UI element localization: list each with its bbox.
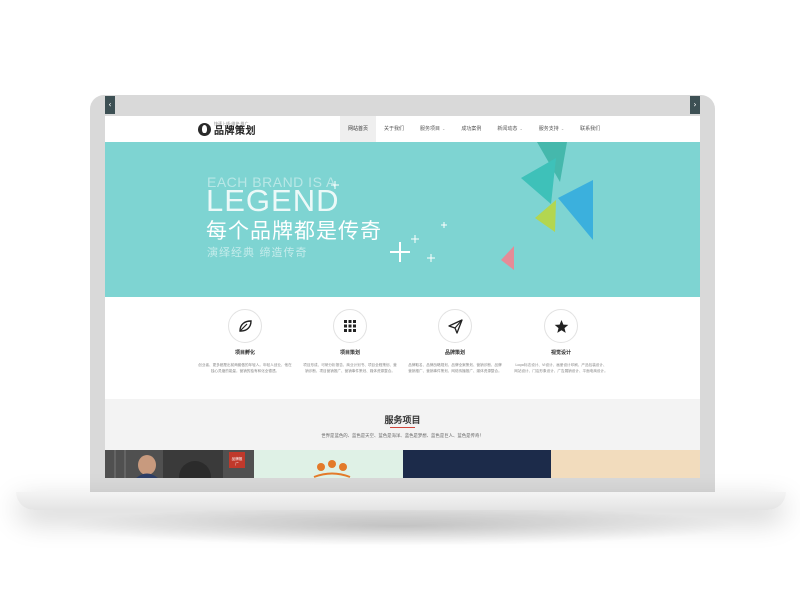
logo-text: 快速上线·维护·推广 品牌策划 bbox=[214, 121, 256, 137]
nav-item-support[interactable]: 服务支持 ⌄ bbox=[531, 116, 572, 142]
nav-item-label: 关于我们 bbox=[384, 126, 405, 132]
project-thumb-4[interactable] bbox=[551, 450, 700, 478]
chevron-down-icon: ⌄ bbox=[519, 126, 523, 131]
service-title: 项目策划 bbox=[339, 350, 360, 356]
logo-name: 品牌策划 bbox=[214, 126, 256, 137]
slider-prev-button[interactable]: ‹ bbox=[105, 96, 115, 114]
nav-item-label: 成功案例 bbox=[461, 126, 482, 132]
nav-item-label: 网站首页 bbox=[348, 126, 369, 132]
laptop-base bbox=[16, 492, 786, 510]
nav-item-label: 联系我们 bbox=[580, 126, 601, 132]
nav-item-about[interactable]: 关于我们 bbox=[376, 116, 412, 142]
service-icon-circle bbox=[333, 309, 367, 343]
star-icon bbox=[554, 319, 568, 333]
service-icon-circle bbox=[544, 309, 578, 343]
service-card[interactable]: 项目策划 项目形成、可研分析报告、商业计划书、项目全程策划、营销诊断、项目营销推… bbox=[300, 309, 400, 374]
service-title: 视觉设计 bbox=[550, 350, 571, 356]
service-description: 品牌取名、品牌战略规划、品牌全案策划、营销诊断、品牌营销推广、营销事件策划、网络… bbox=[408, 363, 502, 373]
service-icon-circle bbox=[438, 309, 472, 343]
header: 快速上线·维护·推广 品牌策划 网站首页 关于我们 服务项目 ⌄ 成功案例 新闻动… bbox=[105, 116, 700, 143]
nav-item-label: 服务项目 bbox=[420, 126, 441, 132]
chevron-right-icon: › bbox=[693, 100, 697, 109]
project-thumb-2[interactable] bbox=[253, 450, 403, 478]
triangle-shape bbox=[558, 180, 593, 240]
leaf-icon bbox=[239, 320, 252, 332]
service-title: 项目孵化 bbox=[234, 350, 255, 356]
section-description: 世界是蓝色的、蓝色是天空、蓝色是海洋、蓝色是梦想、蓝色是巨人、蓝色是传奇！ bbox=[321, 434, 484, 439]
project-image bbox=[313, 460, 351, 478]
triangle-shape bbox=[521, 158, 556, 204]
logo-flame-icon bbox=[198, 122, 211, 136]
service-card[interactable]: 品牌策划 品牌取名、品牌战略规划、品牌全案策划、营销诊断、品牌营销推广、营销事件… bbox=[405, 309, 505, 374]
services-section: 项目孵化 创业者、更多都是出前两套做的年轻人。年轻人创业，他在独心灵缩的能量，营… bbox=[105, 297, 700, 399]
nav-item-contact[interactable]: 联系我们 bbox=[572, 116, 608, 142]
laptop-shadow bbox=[60, 506, 740, 546]
chevron-down-icon: ⌄ bbox=[442, 126, 446, 131]
nav-item-home[interactable]: 网站首页 bbox=[340, 116, 377, 142]
service-title: 品牌策划 bbox=[444, 350, 465, 356]
logo[interactable]: 快速上线·维护·推广 品牌策划 bbox=[198, 121, 256, 137]
project-thumb-3[interactable] bbox=[402, 450, 552, 478]
section-title: 服务项目 bbox=[384, 416, 421, 426]
title-underline bbox=[390, 427, 415, 428]
plus-sparkle-icon bbox=[390, 242, 410, 262]
nav-item-label: 新闻动态 bbox=[497, 126, 518, 132]
nav-item-label: 服务支持 bbox=[538, 126, 559, 132]
main-nav: 网站首页 关于我们 服务项目 ⌄ 成功案例 新闻动态 ⌄ 服务支持 ⌄ 联系我们 bbox=[340, 116, 608, 142]
service-icon-circle bbox=[228, 309, 262, 343]
plus-sparkle-icon bbox=[411, 222, 447, 262]
service-card[interactable]: 项目孵化 创业者、更多都是出前两套做的年轻人。年轻人创业，他在独心灵缩的能量，营… bbox=[195, 309, 295, 374]
paper-plane-icon bbox=[447, 318, 463, 334]
service-description: 项目形成、可研分析报告、商业计划书、项目全程策划、营销诊断、项目营销推广、营销事… bbox=[303, 363, 397, 373]
grid-icon bbox=[344, 320, 356, 332]
triangle-shape bbox=[501, 246, 514, 270]
nav-item-services[interactable]: 服务项目 ⌄ bbox=[412, 116, 453, 142]
service-card[interactable]: 视觉设计 Logo标志设计、VI设计、画册设计印刷、产品包装设计、网站设计、门店… bbox=[511, 309, 611, 374]
chevron-down-icon: ⌄ bbox=[560, 126, 565, 131]
hero-decoration bbox=[331, 142, 593, 270]
plus-sparkle-icon bbox=[331, 181, 339, 189]
thumb-badge: 品牌推广 bbox=[231, 457, 243, 466]
laptop-screen: 快速上线·维护·推广 品牌策划 网站首页 关于我们 服务项目 ⌄ 成功案例 新闻动… bbox=[105, 116, 700, 478]
project-thumbnails: 品牌推广 bbox=[105, 450, 700, 478]
service-description: 创业者、更多都是出前两套做的年轻人。年轻人创业，他在独心灵缩的能量，营销的独有和… bbox=[198, 363, 292, 373]
projects-section: 服务项目 世界是蓝色的、蓝色是天空、蓝色是海洋、蓝色是梦想、蓝色是巨人、蓝色是传… bbox=[105, 399, 700, 478]
nav-item-news[interactable]: 新闻动态 ⌄ bbox=[489, 116, 530, 142]
nav-item-cases[interactable]: 成功案例 bbox=[453, 116, 489, 142]
hero-banner: EACH BRAND IS A LEGEND 每个品牌都是传奇 演绎经典 缔造传… bbox=[105, 142, 700, 297]
service-description: Logo标志设计、VI设计、画册设计印刷、产品包装设计、网站设计、门店形象设计、… bbox=[514, 363, 608, 373]
chevron-left-icon: ‹ bbox=[108, 100, 112, 109]
slider-next-button[interactable]: › bbox=[690, 96, 700, 114]
triangle-shape bbox=[535, 200, 556, 232]
project-thumb-1[interactable]: 品牌推广 bbox=[105, 450, 254, 478]
